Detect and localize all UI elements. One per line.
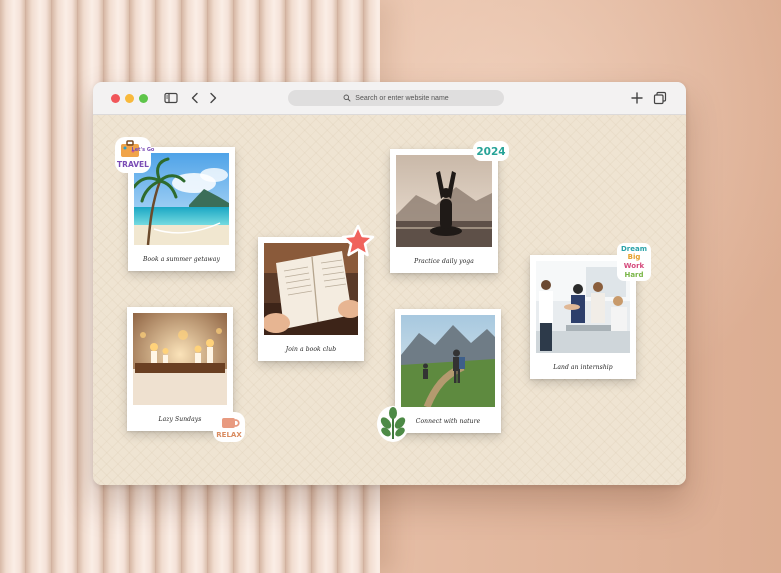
dream-sticker-line2: Big <box>628 253 641 261</box>
address-bar[interactable]: Search or enter website name <box>288 90 504 106</box>
year-sticker-text: 2024 <box>476 146 505 158</box>
travel-sticker-line2: TRAVEL <box>117 160 149 169</box>
forward-chevron-icon[interactable] <box>205 90 221 106</box>
close-button[interactable] <box>111 94 120 103</box>
star-icon <box>341 224 375 257</box>
search-icon <box>343 94 351 102</box>
browser-window: Search or enter website name Book a summ… <box>93 82 686 485</box>
back-chevron-icon[interactable] <box>187 90 203 106</box>
plus-icon[interactable] <box>629 90 645 106</box>
leaf-sticker <box>376 405 410 443</box>
polaroid-caption: Book a summer getaway <box>143 256 220 263</box>
relax-sticker: RELAX <box>212 411 246 443</box>
polaroid-caption: Land an internship <box>553 364 613 371</box>
leaf-icon <box>377 406 409 442</box>
travel-sticker: Let's Go TRAVEL <box>113 135 155 175</box>
browser-titlebar: Search or enter website name <box>93 82 686 115</box>
dream-sticker-line1: Dream <box>621 245 647 253</box>
candles-bath-photo <box>133 313 227 405</box>
zoom-button[interactable] <box>139 94 148 103</box>
hiking-photo <box>401 315 495 407</box>
polaroid-caption: Connect with nature <box>415 418 481 425</box>
polaroid-caption: Join a book club <box>285 346 337 353</box>
sidebar-icon[interactable] <box>163 90 179 106</box>
address-placeholder: Search or enter website name <box>355 94 449 102</box>
minimize-button[interactable] <box>125 94 134 103</box>
yoga-photo <box>396 155 492 247</box>
dream-big-work-hard-sticker: Dream Big Work Hard <box>616 242 652 282</box>
vision-board-canvas: Book a summer getaway Join a book club P… <box>93 115 686 485</box>
dream-sticker-line4: Hard <box>624 271 643 279</box>
travel-sticker-line1: Let's Go <box>132 147 155 153</box>
dream-sticker-line3: Work <box>624 262 645 270</box>
polaroid-connect-with-nature[interactable]: Connect with nature <box>395 309 501 433</box>
polaroid-caption: Practice daily yoga <box>414 258 474 265</box>
star-sticker <box>341 224 375 258</box>
relax-sticker-text: RELAX <box>216 431 242 439</box>
year-sticker: 2024 <box>472 140 510 162</box>
polaroid-daily-yoga[interactable]: Practice daily yoga <box>390 149 498 273</box>
tabs-overview-icon[interactable] <box>652 90 668 106</box>
